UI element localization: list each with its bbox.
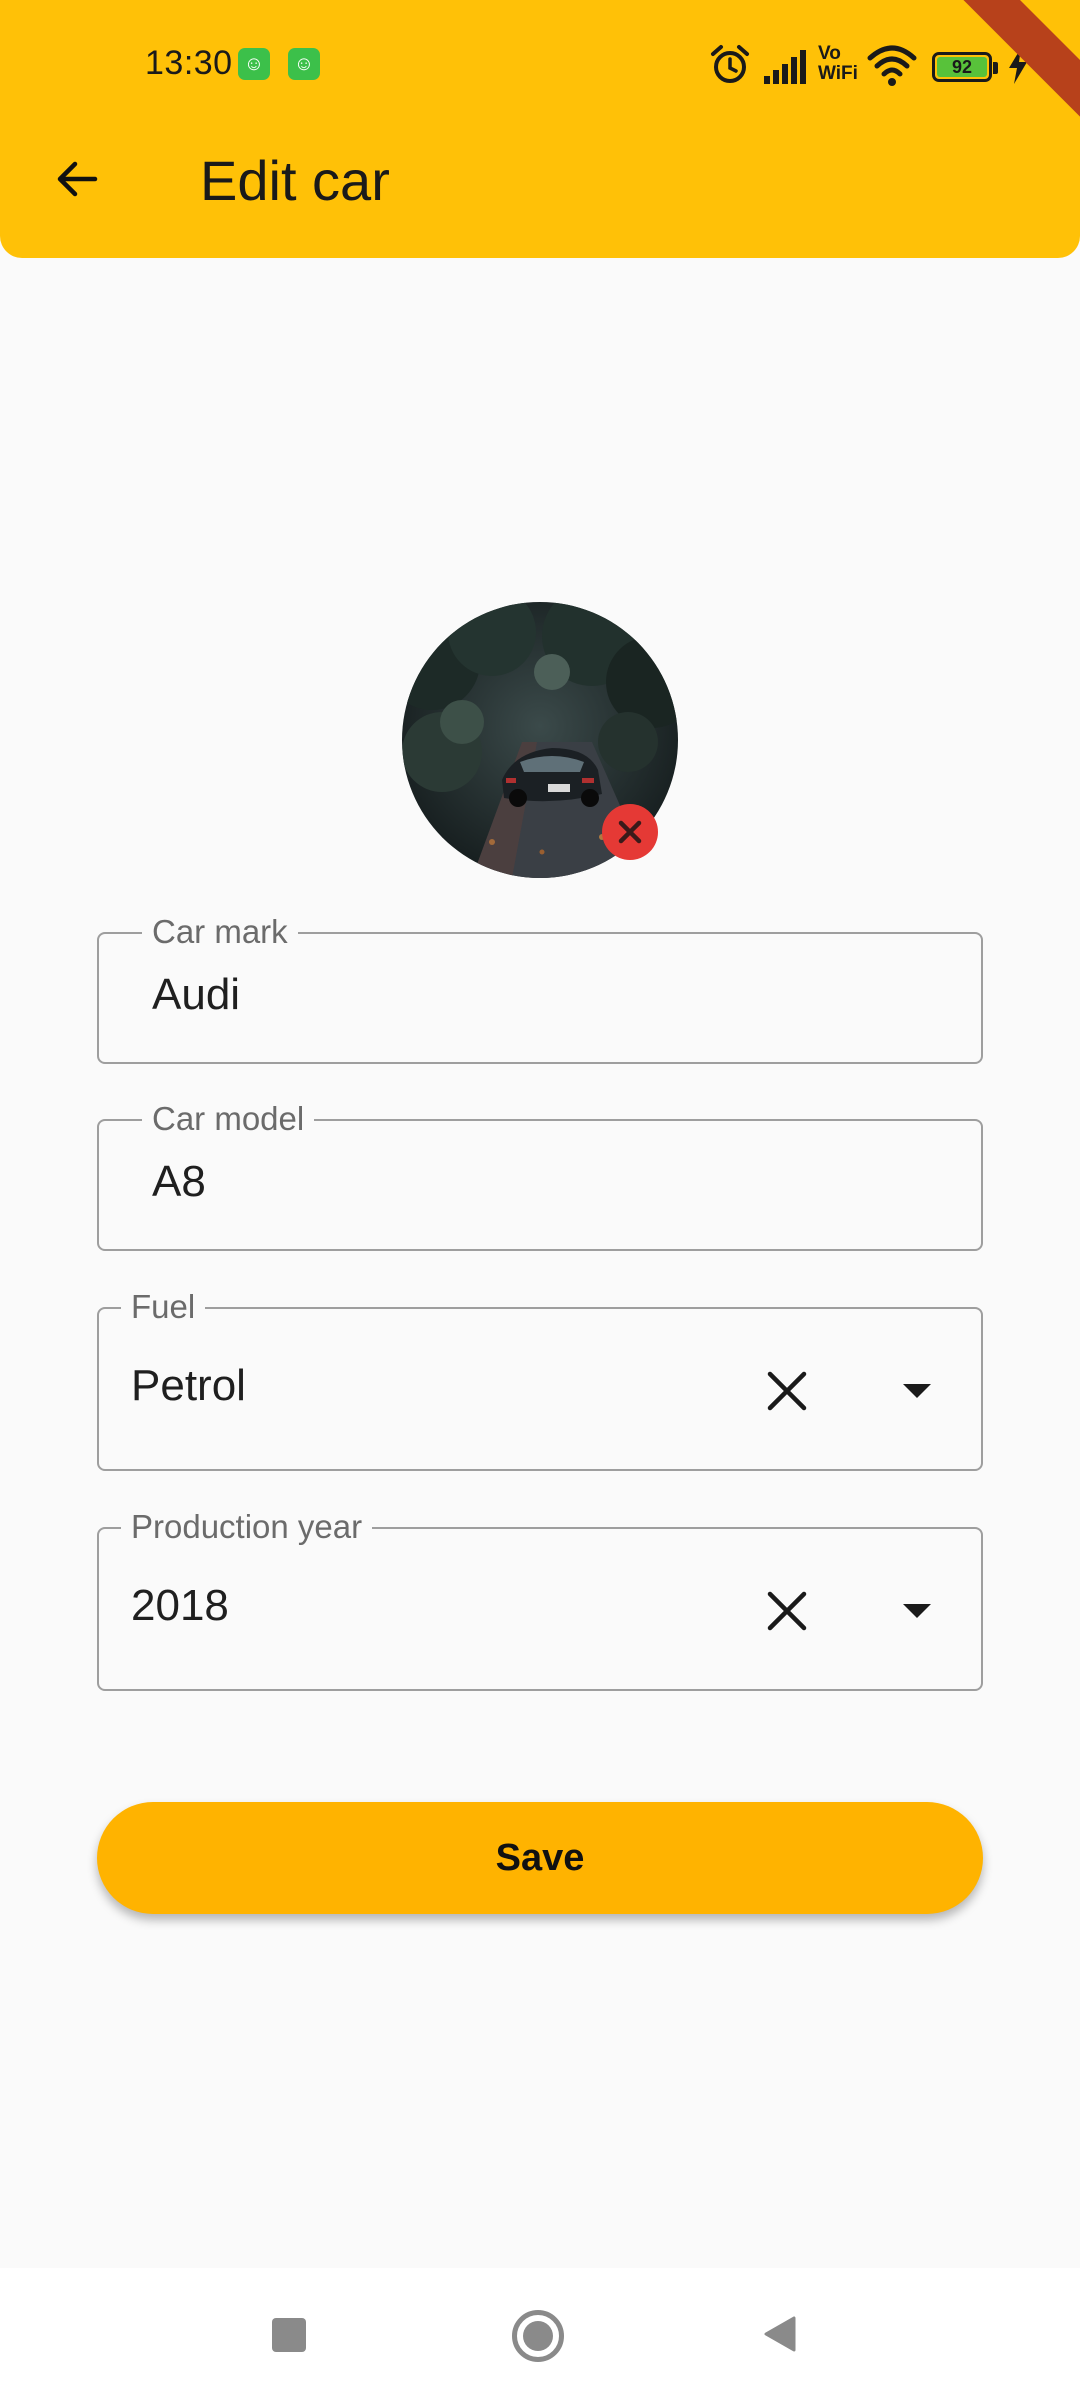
fuel-clear-button[interactable] <box>755 1359 819 1423</box>
car-mark-field[interactable]: Car mark Audi <box>97 912 983 1064</box>
production-year-label: Production year <box>121 1507 373 1547</box>
production-year-dropdown-button[interactable] <box>885 1579 949 1643</box>
car-model-label: Car model <box>142 1099 315 1139</box>
system-back-button[interactable] <box>760 2314 800 2354</box>
production-year-selected-value: 2018 <box>131 1581 229 1630</box>
car-model-input[interactable]: A8 <box>152 1157 206 1207</box>
notification-app-icon: ☺ <box>288 48 320 80</box>
save-button[interactable]: Save <box>97 1802 983 1914</box>
status-bar: 13:30 ☺ ☺ Vo WiFi 92 <box>0 0 1080 130</box>
home-icon <box>523 2321 553 2351</box>
arrow-left-icon <box>57 161 98 197</box>
caret-down-icon <box>903 1384 931 1398</box>
fuel-label: Fuel <box>121 1287 206 1327</box>
alarm-icon <box>711 45 749 83</box>
fuel-dropdown-button[interactable] <box>885 1359 949 1423</box>
fuel-selected-value: Petrol <box>131 1361 246 1410</box>
close-icon <box>618 820 642 844</box>
battery-icon: 92 <box>932 52 998 82</box>
car-mark-input[interactable]: Audi <box>152 970 240 1020</box>
production-year-dropdown[interactable]: Production year 2018 <box>97 1507 983 1691</box>
fuel-dropdown[interactable]: Fuel Petrol <box>97 1287 983 1471</box>
battery-level: 92 <box>937 57 987 77</box>
caret-down-icon <box>903 1604 931 1618</box>
remove-photo-button[interactable] <box>602 804 658 860</box>
car-model-field[interactable]: Car model A8 <box>97 1099 983 1251</box>
back-button[interactable] <box>40 142 114 216</box>
car-mark-label: Car mark <box>142 912 298 952</box>
close-icon <box>767 1591 807 1631</box>
status-time: 13:30 <box>145 44 233 82</box>
home-button[interactable] <box>512 2310 564 2362</box>
recent-apps-button[interactable] <box>272 2318 306 2352</box>
production-year-clear-button[interactable] <box>755 1579 819 1643</box>
vowifi-label: Vo WiFi <box>818 43 858 84</box>
app-bar: 13:30 ☺ ☺ Vo WiFi 92 Edit car <box>0 0 1080 258</box>
page-title: Edit car <box>200 149 390 212</box>
system-nav-bar <box>0 2268 1080 2400</box>
signal-icon <box>764 50 806 84</box>
notification-app-icon: ☺ <box>238 48 270 80</box>
close-icon <box>767 1371 807 1411</box>
wifi-icon <box>867 45 917 86</box>
